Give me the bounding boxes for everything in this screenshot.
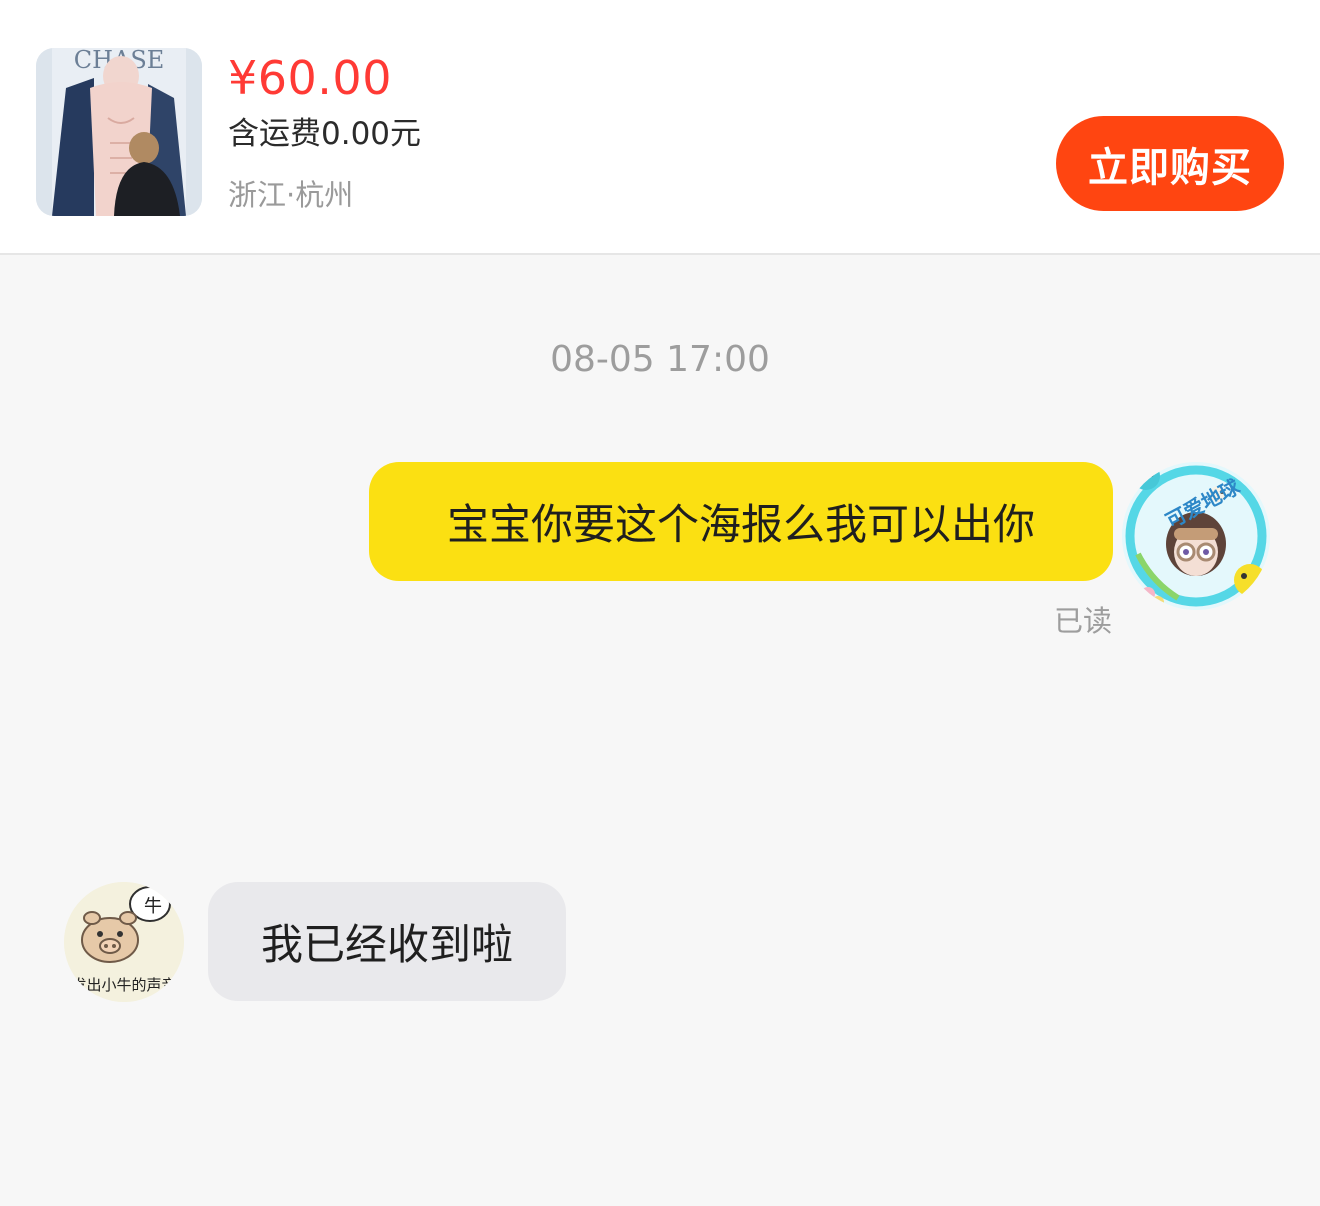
product-thumbnail[interactable]: CHASE: [36, 48, 202, 216]
poster-thumbnail-icon: CHASE: [36, 48, 202, 216]
incoming-message-bubble[interactable]: 我已经收到啦: [208, 882, 566, 1001]
cartoon-pig-avatar-icon: 牛 发出小牛的声音: [64, 882, 184, 1002]
buy-now-button[interactable]: 立即购买: [1056, 116, 1284, 211]
message-text: 我已经收到啦: [260, 920, 513, 969]
shipping-fee: 含运费0.00元: [228, 116, 422, 152]
my-avatar[interactable]: 可爱地球: [1122, 462, 1270, 610]
outgoing-message-bubble[interactable]: 宝宝你要这个海报么我可以出你: [369, 462, 1113, 581]
speech-badge: 牛: [144, 896, 162, 917]
seller-avatar[interactable]: 牛 发出小牛的声音: [64, 882, 184, 1002]
product-card[interactable]: CHASE ¥60.00 含运费0.00元 浙江·杭州 立即购买: [0, 0, 1320, 255]
seller-location: 浙江·杭州: [228, 178, 354, 212]
avatar-caption: 发出小牛的声音: [71, 976, 176, 994]
anime-avatar-icon: 可爱地球: [1122, 462, 1270, 610]
message-text: 宝宝你要这个海报么我可以出你: [446, 500, 1035, 549]
product-price: ¥60.00: [228, 51, 392, 105]
message-timestamp: 08-05 17:00: [550, 339, 770, 380]
read-status: 已读: [1054, 604, 1113, 638]
